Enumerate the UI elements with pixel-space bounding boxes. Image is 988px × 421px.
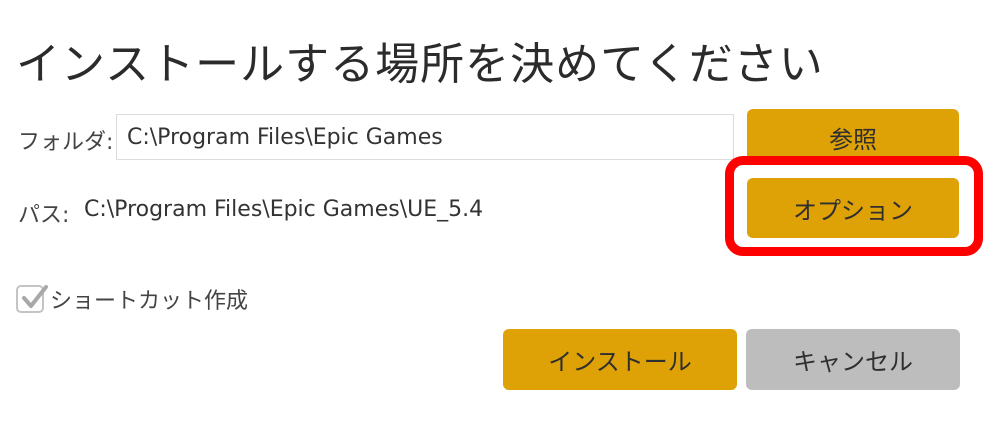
path-value: C:\Program Files\Epic Games\UE_5.4 [84, 197, 484, 222]
browse-button[interactable]: 参照 [747, 109, 959, 165]
shortcut-label: ショートカット作成 [50, 289, 249, 314]
path-label: パス: [18, 203, 70, 228]
folder-label: フォルダ: [18, 130, 114, 155]
cancel-button[interactable]: キャンセル [746, 329, 960, 390]
checkmark-icon [22, 285, 48, 308]
shortcut-checkbox[interactable] [16, 285, 48, 313]
page-title: インストールする場所を決めてください [16, 39, 824, 90]
shortcut-checkbox-row[interactable]: ショートカット作成 [16, 283, 248, 315]
options-button[interactable]: オプション [747, 178, 959, 238]
folder-input[interactable] [116, 114, 734, 160]
install-button[interactable]: インストール [503, 329, 737, 390]
